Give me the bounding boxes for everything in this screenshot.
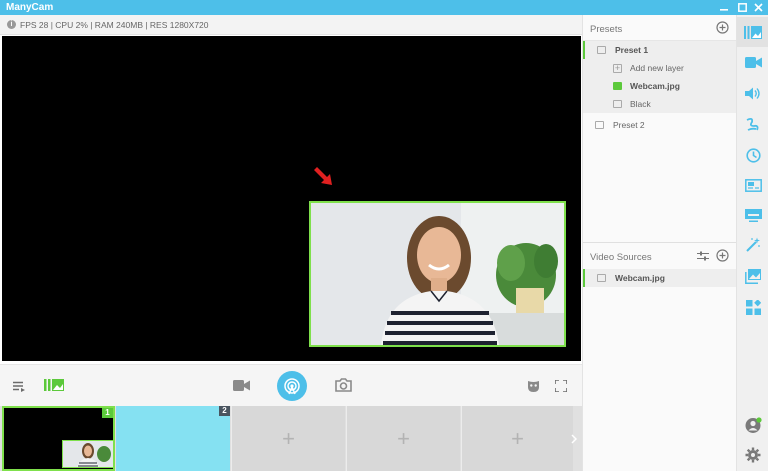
- preset-thumbnail: [62, 440, 114, 468]
- preset-icon: [597, 46, 606, 54]
- effects-wand-icon: [746, 237, 760, 252]
- title-bar: ManyCam: [0, 0, 768, 15]
- preset-label: Preset 1: [615, 45, 649, 55]
- plus-icon: +: [511, 425, 524, 451]
- maximize-button[interactable]: [736, 1, 748, 13]
- gear-icon: [745, 447, 761, 463]
- layers-icon: [44, 379, 64, 391]
- sliders-icon: [697, 251, 709, 261]
- preset-item-2[interactable]: Preset 2: [583, 116, 736, 134]
- image-source-icon: [597, 274, 606, 282]
- presets-tab[interactable]: [737, 17, 768, 47]
- preset-item-1[interactable]: Preset 1: [583, 41, 736, 59]
- fullscreen-button[interactable]: [553, 378, 569, 394]
- layer-item-webcam[interactable]: Webcam.jpg: [583, 77, 736, 95]
- lower-thirds-tab[interactable]: [737, 200, 768, 230]
- drawing-tab[interactable]: [737, 109, 768, 139]
- layer-label: Add new layer: [630, 63, 684, 73]
- draw-icon: [746, 117, 759, 131]
- add-preset-slot[interactable]: +: [461, 406, 573, 471]
- images-icon: [745, 268, 761, 284]
- image-layer-icon: [613, 82, 622, 90]
- record-video-button[interactable]: [232, 378, 250, 392]
- add-video-source-button[interactable]: [716, 249, 729, 264]
- maximize-icon: [737, 2, 747, 12]
- app-title: ManyCam: [6, 2, 54, 13]
- add-preset-slot[interactable]: +: [231, 406, 345, 471]
- lower-third-icon: [744, 208, 762, 222]
- webcam-layer-overlay[interactable]: [309, 201, 566, 347]
- presets-panel: Presets Preset 1 + Add new layer Webcam.…: [582, 15, 736, 471]
- playlist-icon: [13, 381, 25, 392]
- audio-tab[interactable]: [737, 78, 768, 108]
- presets-title: Presets: [590, 24, 623, 35]
- broadcast-icon: [284, 378, 300, 395]
- preset-label: Preset 2: [613, 120, 645, 130]
- snapshot-button[interactable]: [334, 377, 352, 393]
- video-camera-icon: [232, 379, 250, 391]
- red-arrow-annotation: [314, 167, 332, 185]
- webcam-image: [311, 203, 564, 345]
- video-source-item[interactable]: Webcam.jpg: [583, 269, 736, 287]
- preset-slot-number: 2: [219, 406, 230, 416]
- broadcast-button[interactable]: [277, 371, 307, 401]
- settings-button[interactable]: [737, 440, 768, 470]
- camera-snapshot-icon: [334, 378, 352, 392]
- volume-icon: [745, 87, 760, 99]
- preset-icon: [595, 121, 604, 129]
- account-icon: [745, 416, 762, 433]
- status-bar: i FPS 28 | CPU 2% | RAM 240MB | RES 1280…: [0, 15, 582, 35]
- layer-label: Black: [630, 99, 651, 109]
- close-icon: [753, 2, 763, 12]
- layer-label: Webcam.jpg: [630, 81, 680, 91]
- minimize-icon: [720, 9, 728, 11]
- video-source-label: Webcam.jpg: [615, 273, 665, 283]
- picture-in-picture-icon: [744, 178, 762, 192]
- add-preset-button[interactable]: [716, 21, 729, 36]
- scroll-right-button[interactable]: [566, 406, 582, 471]
- mask-icon: [527, 380, 539, 392]
- add-layer-item[interactable]: + Add new layer: [583, 59, 736, 77]
- preset-slot-2[interactable]: 2: [116, 406, 230, 471]
- control-strip: [0, 364, 582, 406]
- image-layer-icon: [613, 100, 622, 108]
- widgets-icon: [745, 299, 761, 315]
- performance-stats: FPS 28 | CPU 2% | RAM 240MB | RES 1280X7…: [20, 20, 209, 30]
- add-circle-icon: [716, 21, 729, 34]
- presets-icon: [744, 25, 762, 39]
- minimize-button[interactable]: [718, 1, 730, 13]
- plus-icon: +: [397, 425, 410, 451]
- effects-tab[interactable]: [737, 230, 768, 260]
- add-circle-icon: [716, 249, 729, 262]
- video-sources-settings-button[interactable]: [697, 251, 709, 263]
- video-sources-title: Video Sources: [590, 252, 652, 263]
- add-layer-icon: +: [613, 63, 622, 73]
- time-tab[interactable]: [737, 140, 768, 170]
- video-sources-tab[interactable]: [737, 47, 768, 77]
- camera-icon: [744, 56, 762, 68]
- face-mask-button[interactable]: [525, 378, 541, 394]
- tools-sidebar: [736, 15, 768, 471]
- preset-slots-bar: 1 2 + + +: [0, 406, 582, 471]
- layer-item-black[interactable]: Black: [583, 95, 736, 113]
- images-tab[interactable]: [737, 261, 768, 291]
- picture-in-picture-tab[interactable]: [737, 170, 768, 200]
- chevron-right-icon: [571, 433, 577, 444]
- preset-slot-1[interactable]: 1: [2, 406, 115, 471]
- plus-icon: +: [282, 425, 295, 451]
- add-preset-slot[interactable]: +: [346, 406, 460, 471]
- info-icon[interactable]: i: [7, 20, 16, 29]
- playlist-button[interactable]: [12, 379, 26, 393]
- layers-toggle-button[interactable]: [44, 378, 64, 392]
- account-button[interactable]: [737, 410, 768, 440]
- clock-icon: [745, 147, 761, 163]
- main-preview[interactable]: [2, 36, 581, 361]
- widgets-tab[interactable]: [737, 292, 768, 322]
- close-button[interactable]: [752, 1, 764, 13]
- fullscreen-icon: [555, 380, 567, 392]
- preset-slot-number: 1: [102, 408, 113, 418]
